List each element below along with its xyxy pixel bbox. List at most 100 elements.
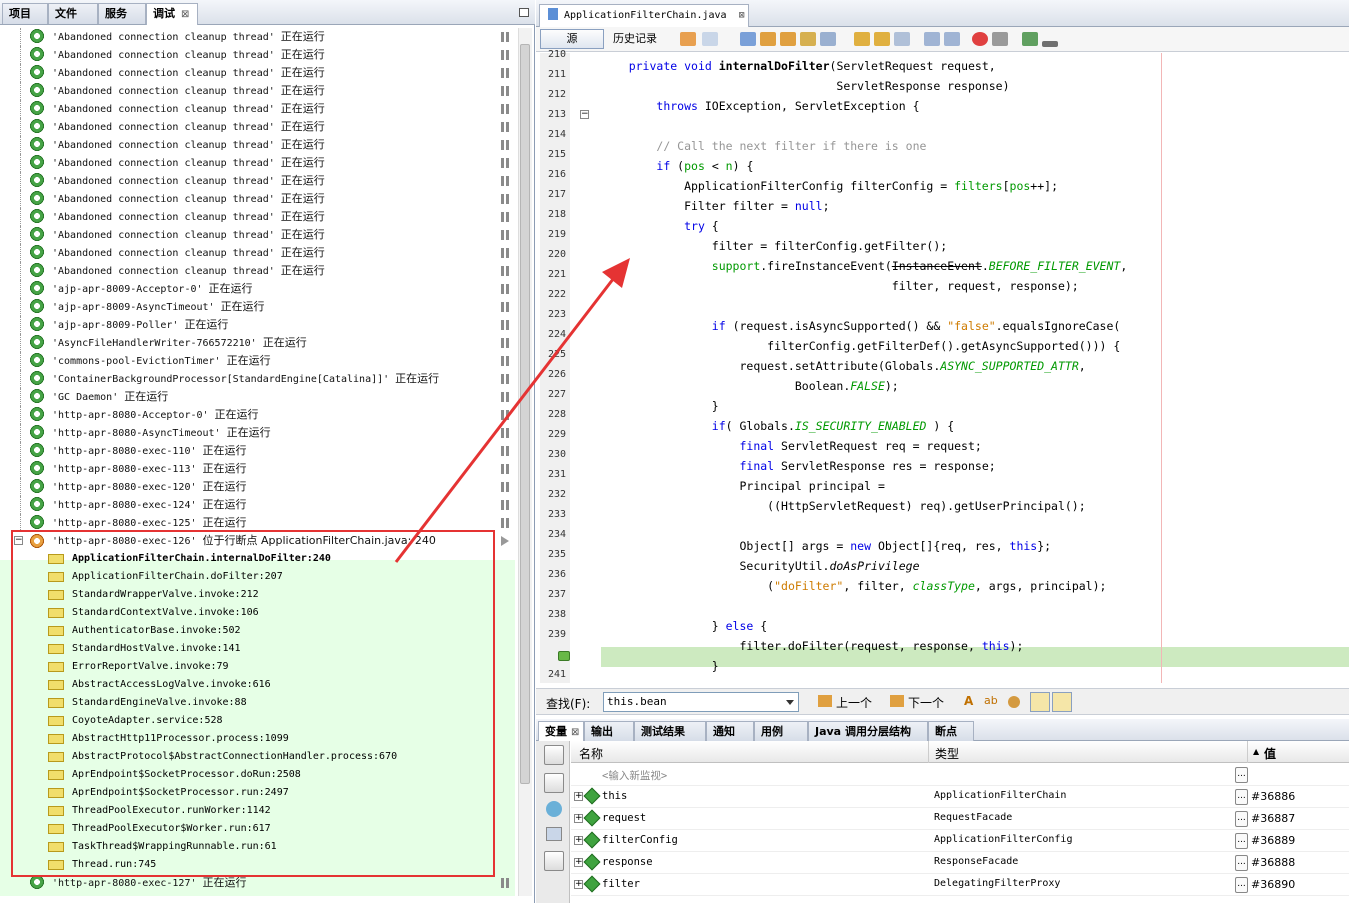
tab-application-filter-chain[interactable]: ApplicationFilterChain.java ⊠ — [539, 4, 749, 27]
more-button[interactable]: ... — [1235, 877, 1248, 893]
left-scrollbar-thumb[interactable] — [520, 44, 530, 784]
pause-icon[interactable] — [501, 32, 509, 42]
pause-icon[interactable] — [501, 302, 509, 312]
pause-icon[interactable] — [501, 104, 509, 114]
chevron-down-icon[interactable] — [786, 700, 794, 705]
pause-icon[interactable] — [501, 266, 509, 276]
pause-icon[interactable] — [501, 194, 509, 204]
thread-row[interactable]: 'Abandoned connection cleanup thread' 正在运… — [0, 64, 515, 82]
expand-icon[interactable]: + — [574, 836, 583, 845]
close-icon[interactable]: ⊠ — [181, 9, 189, 20]
pause-icon[interactable] — [501, 374, 509, 384]
thread-row[interactable]: 'Abandoned connection cleanup thread' 正在运… — [0, 100, 515, 118]
pause-icon[interactable] — [501, 446, 509, 456]
find-previous-button[interactable]: 上一个 — [836, 694, 872, 711]
forward-icon[interactable] — [702, 32, 718, 46]
thread-row[interactable]: 'Abandoned connection cleanup thread' 正在运… — [0, 208, 515, 226]
pause-icon[interactable] — [501, 158, 509, 168]
record-macro-icon[interactable] — [972, 32, 988, 46]
new-watch-icon[interactable] — [546, 801, 562, 817]
new-watch-row[interactable]: <输入新监视> ... — [571, 764, 1349, 786]
back-icon[interactable] — [680, 32, 696, 46]
pause-icon[interactable] — [501, 176, 509, 186]
column-name[interactable]: 名称 — [579, 745, 603, 762]
more-button[interactable]: ... — [1235, 767, 1248, 783]
more-button[interactable]: ... — [1235, 811, 1248, 827]
find-previous-icon[interactable] — [760, 32, 776, 46]
prev-bookmark-icon[interactable] — [854, 32, 870, 46]
search-icon[interactable] — [740, 32, 756, 46]
pause-icon[interactable] — [501, 140, 509, 150]
thread-row[interactable]: 'commons-pool-EvictionTimer' 正在运行 — [0, 352, 515, 370]
pause-icon[interactable] — [501, 392, 509, 402]
wrap-around-icon[interactable] — [1052, 692, 1072, 712]
pause-icon[interactable] — [501, 500, 509, 510]
pause-icon[interactable] — [501, 518, 509, 528]
thread-row[interactable]: 'Abandoned connection cleanup thread' 正在运… — [0, 28, 515, 46]
minimize-icon[interactable] — [519, 8, 529, 17]
thread-row[interactable]: 'ajp-apr-8009-Acceptor-0' 正在运行 — [0, 280, 515, 298]
pause-icon[interactable] — [501, 50, 509, 60]
toggle-highlight-icon[interactable] — [800, 32, 816, 46]
expand-icon[interactable]: + — [574, 880, 583, 889]
code-view[interactable]: private void internalDoFilter(ServletReq… — [594, 53, 1349, 683]
tab-services[interactable]: 服务 — [98, 3, 146, 24]
variable-row[interactable]: + filter DelegatingFilterProxy... #36890 — [571, 874, 1349, 896]
tab-files[interactable]: 文件 — [48, 3, 98, 24]
pause-icon[interactable] — [501, 212, 509, 222]
more-button[interactable]: ... — [1235, 833, 1248, 849]
thread-row[interactable]: 'Abandoned connection cleanup thread' 正在运… — [0, 136, 515, 154]
pause-icon[interactable] — [501, 482, 509, 492]
close-icon[interactable]: ⊠ — [571, 727, 579, 738]
thread-row[interactable]: 'Abandoned connection cleanup thread' 正在运… — [0, 244, 515, 262]
close-icon[interactable]: ⊠ — [739, 10, 745, 21]
thread-row[interactable]: 'ContainerBackgroundProcessor[StandardEn… — [0, 370, 515, 388]
pause-icon[interactable] — [501, 356, 509, 366]
pause-icon[interactable] — [501, 464, 509, 474]
thread-row[interactable]: 'Abandoned connection cleanup thread' 正在运… — [0, 46, 515, 64]
tab-usages[interactable]: 用例 — [754, 721, 808, 741]
comment-icon[interactable] — [1022, 32, 1038, 46]
pause-icon[interactable] — [501, 122, 509, 132]
shift-left-icon[interactable] — [924, 32, 940, 46]
variable-row[interactable]: + this ApplicationFilterChain... #36886 — [571, 786, 1349, 808]
pause-icon[interactable] — [501, 68, 509, 78]
tab-notifications[interactable]: 通知 — [706, 721, 754, 741]
thread-row[interactable]: 'http-apr-8080-exec-124' 正在运行 — [0, 496, 515, 514]
thread-row[interactable]: 'http-apr-8080-exec-113' 正在运行 — [0, 460, 515, 478]
thread-row[interactable]: 'Abandoned connection cleanup thread' 正在运… — [0, 226, 515, 244]
column-type[interactable]: 类型 — [935, 745, 959, 762]
tab-variables[interactable]: 变量 ⊠ — [538, 721, 584, 741]
thread-row[interactable]: 'ajp-apr-8009-AsyncTimeout' 正在运行 — [0, 298, 515, 316]
highlight-results-icon[interactable] — [1030, 692, 1050, 712]
history-button[interactable]: 历史记录 — [604, 29, 666, 49]
select-icon[interactable] — [820, 32, 836, 46]
toggle-bookmark-icon[interactable] — [894, 32, 910, 46]
more-button[interactable]: ... — [1235, 855, 1248, 871]
shift-right-icon[interactable] — [944, 32, 960, 46]
pause-icon[interactable] — [501, 428, 509, 438]
find-next-icon[interactable] — [780, 32, 796, 46]
match-case-icon[interactable]: A — [964, 694, 973, 708]
uncomment-icon[interactable] — [1042, 41, 1058, 47]
watch-placeholder[interactable]: <输入新监视> — [602, 768, 667, 783]
next-bookmark-icon[interactable] — [874, 32, 890, 46]
pause-icon[interactable] — [501, 284, 509, 294]
find-next-button[interactable]: 下一个 — [908, 694, 944, 711]
show-static-icon[interactable] — [544, 851, 564, 871]
whole-words-icon[interactable]: ab — [984, 694, 998, 707]
variable-row[interactable]: + request RequestFacade... #36887 — [571, 808, 1349, 830]
thread-row[interactable]: 'http-apr-8080-AsyncTimeout' 正在运行 — [0, 424, 515, 442]
thread-row[interactable]: 'ajp-apr-8009-Poller' 正在运行 — [0, 316, 515, 334]
pause-icon[interactable] — [501, 878, 509, 888]
tab-breakpoints[interactable]: 断点 — [928, 721, 974, 741]
thread-row[interactable]: 'GC Daemon' 正在运行 — [0, 388, 515, 406]
watch-icon[interactable] — [544, 745, 564, 765]
settings-icon[interactable] — [546, 827, 562, 841]
expand-icon[interactable]: + — [574, 814, 583, 823]
expand-icon[interactable]: + — [574, 792, 583, 801]
thread-row[interactable]: 'Abandoned connection cleanup thread' 正在运… — [0, 118, 515, 136]
evaluate-icon[interactable] — [544, 773, 564, 793]
thread-row[interactable]: 'Abandoned connection cleanup thread' 正在运… — [0, 172, 515, 190]
pause-icon[interactable] — [501, 338, 509, 348]
